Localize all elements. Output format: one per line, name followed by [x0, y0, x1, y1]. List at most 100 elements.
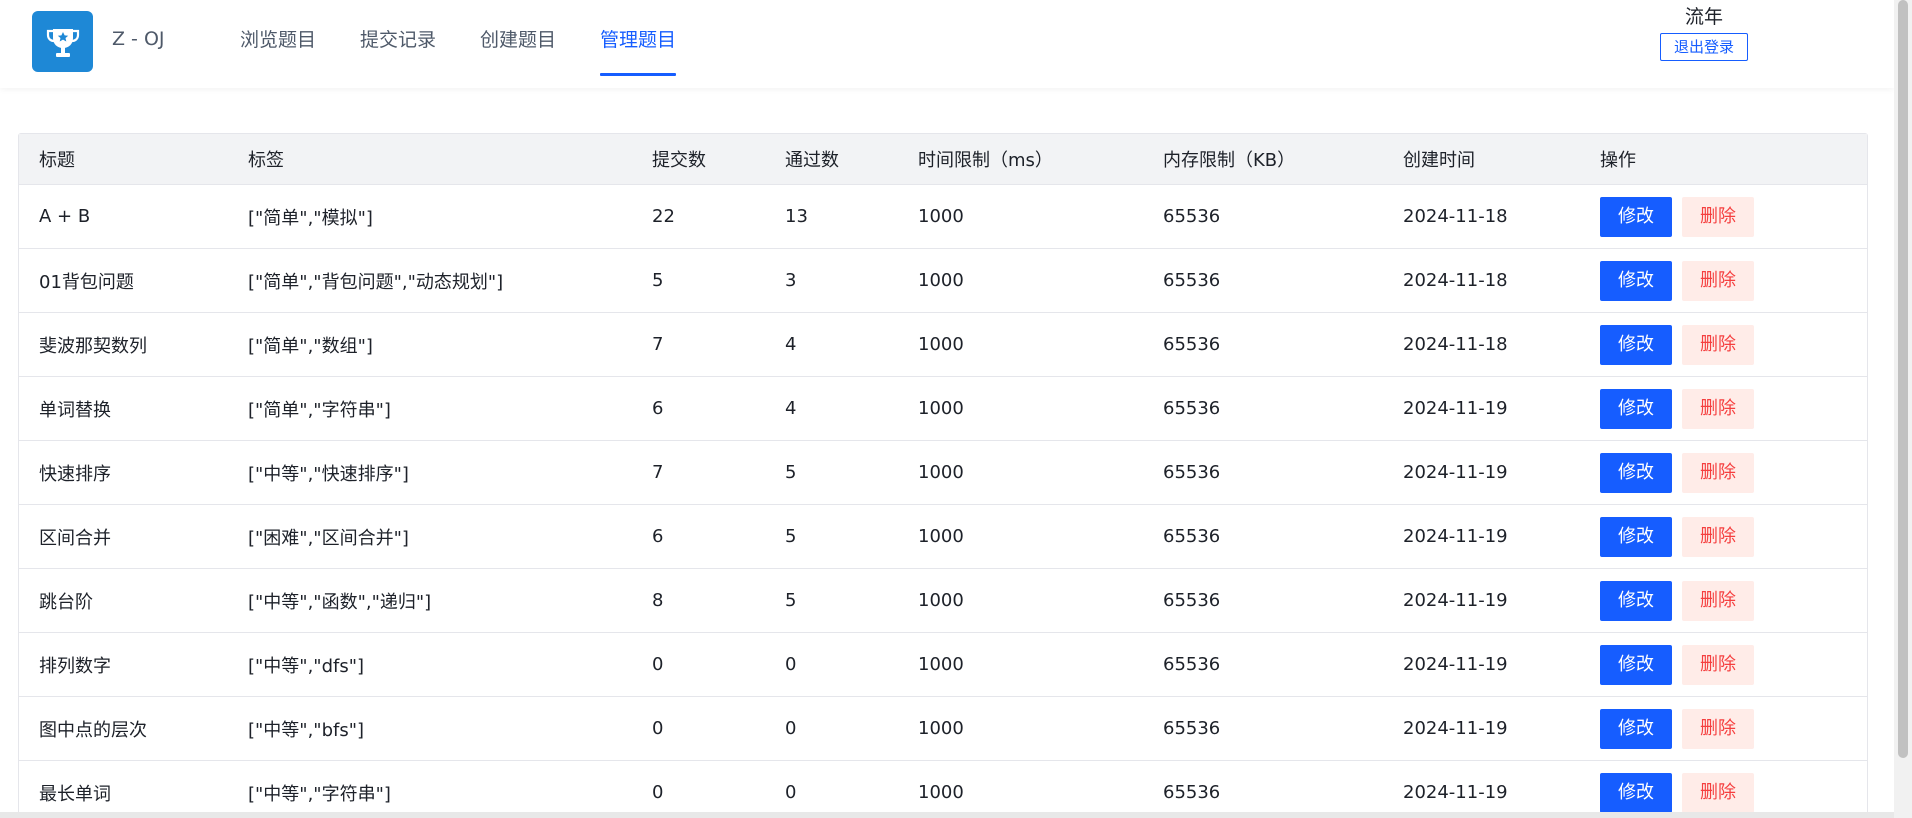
row-actions: 修改 删除 — [1580, 313, 1867, 377]
accepted-count: 0 — [765, 697, 898, 761]
top-navbar: Z - OJ 浏览题目 提交记录 创建题目 管理题目 流年 退出登录 — [0, 0, 1894, 88]
accepted-count: 0 — [785, 782, 797, 803]
delete-button[interactable]: 删除 — [1682, 772, 1754, 813]
row-actions: 修改 删除 — [1580, 441, 1867, 505]
memory-limit: 65536 — [1143, 441, 1383, 505]
nav-create-problem[interactable]: 创建题目 — [469, 0, 567, 88]
row-actions: 修改 删除 — [1580, 633, 1867, 697]
problem-tags: ["中等","字符串"] — [248, 783, 391, 805]
problem-title: 图中点的层次 — [19, 697, 228, 761]
time-limit: 1000 — [898, 249, 1143, 313]
time-limit: 1000 — [898, 633, 1143, 697]
edit-button[interactable]: 修改 — [1600, 452, 1672, 493]
delete-button[interactable]: 删除 — [1682, 580, 1754, 621]
delete-button[interactable]: 删除 — [1682, 516, 1754, 557]
created-date: 2024-11-19 — [1383, 697, 1580, 761]
accepted-count: 0 — [765, 633, 898, 697]
time-limit: 1000 — [898, 441, 1143, 505]
edit-button[interactable]: 修改 — [1600, 324, 1672, 365]
created-date: 2024-11-18 — [1383, 313, 1580, 377]
edit-button[interactable]: 修改 — [1600, 708, 1672, 749]
accepted-count: 4 — [765, 377, 898, 441]
accepted-count: 5 — [765, 505, 898, 569]
time-limit: 1000 — [898, 505, 1143, 569]
problem-table: 标题 标签 提交数 通过数 时间限制（ms） 内存限制（KB） 创建时间 操作 A + B ["… — [18, 133, 1868, 818]
time-limit: 1000 — [898, 569, 1143, 633]
row-actions: 修改 删除 — [1580, 505, 1867, 569]
row-actions: 修改 删除 — [1580, 697, 1867, 761]
problem-title: A + B — [19, 185, 228, 249]
edit-button[interactable]: 修改 — [1600, 772, 1672, 813]
delete-button[interactable]: 删除 — [1682, 388, 1754, 429]
problem-tags: ["中等","dfs"] — [228, 633, 632, 697]
problem-tags: ["中等","bfs"] — [228, 697, 632, 761]
logout-button[interactable]: 退出登录 — [1660, 33, 1748, 61]
submit-count: 6 — [632, 377, 765, 441]
problem-tags: ["困难","区间合并"] — [228, 505, 632, 569]
page: Z - OJ 浏览题目 提交记录 创建题目 管理题目 流年 退出登录 标题 标签 提交数通… — [0, 0, 1912, 818]
col-tags-header: 标签 — [228, 134, 632, 185]
created-date: 2024-11-19 — [1403, 782, 1508, 803]
created-date: 2024-11-19 — [1383, 505, 1580, 569]
time-limit: 1000 — [898, 185, 1143, 249]
time-limit: 1000 — [918, 782, 964, 803]
submit-count: 8 — [632, 569, 765, 633]
problem-title: 01背包问题 — [19, 249, 228, 313]
col-time-limit-header: 时间限制（ms） — [898, 134, 1143, 185]
submit-count: 5 — [632, 249, 765, 313]
nav-manage-problems[interactable]: 管理题目 — [589, 0, 687, 88]
trophy-icon[interactable] — [32, 11, 93, 72]
problem-tags: ["中等","函数","递归"] — [228, 569, 632, 633]
delete-button[interactable]: 删除 — [1682, 644, 1754, 685]
user-name: 流年 — [1684, 6, 1723, 28]
accepted-count: 5 — [765, 441, 898, 505]
problem-tags: ["简单","背包问题","动态规划"] — [228, 249, 632, 313]
problem-title: 快速排序 — [19, 441, 228, 505]
created-date: 2024-11-19 — [1383, 633, 1580, 697]
col-created-header: 创建时间 — [1383, 134, 1580, 185]
edit-button[interactable]: 修改 — [1600, 196, 1672, 237]
nav-submissions[interactable]: 提交记录 — [349, 0, 447, 88]
brand-name: Z - OJ — [112, 28, 165, 50]
accepted-count: 5 — [765, 569, 898, 633]
table-header-row: 标题 标签 提交数 通过数 时间限制（ms） 内存限制（KB） 创建时间 操作 — [19, 134, 1867, 185]
delete-button[interactable]: 删除 — [1682, 196, 1754, 237]
problem-title: 最长单词 — [39, 783, 111, 805]
created-date: 2024-11-19 — [1383, 377, 1580, 441]
accepted-count: 4 — [765, 313, 898, 377]
accepted-count: 13 — [765, 185, 898, 249]
edit-button[interactable]: 修改 — [1600, 516, 1672, 557]
submit-count: 0 — [652, 782, 664, 803]
edit-button[interactable]: 修改 — [1600, 580, 1672, 621]
memory-limit: 65536 — [1143, 633, 1383, 697]
delete-button[interactable]: 删除 — [1682, 452, 1754, 493]
row-actions: 修改 删除 — [1580, 377, 1867, 441]
delete-button[interactable]: 删除 — [1682, 708, 1754, 749]
nav-browse-problems[interactable]: 浏览题目 — [229, 0, 327, 88]
edit-button[interactable]: 修改 — [1600, 260, 1672, 301]
col-memory-limit-header: 内存限制（KB） — [1143, 134, 1383, 185]
main-nav: 浏览题目 提交记录 创建题目 管理题目 — [218, 0, 698, 88]
delete-button[interactable]: 删除 — [1682, 324, 1754, 365]
submit-count: 22 — [632, 185, 765, 249]
memory-limit: 65536 — [1143, 185, 1383, 249]
problem-title: 排列数字 — [19, 633, 228, 697]
table-row: 最长单词 ["中等","字符串"] 0 0 1000 65536 2024-11-19 修改删… — [19, 761, 1867, 818]
submit-count: 0 — [632, 697, 765, 761]
accepted-count: 3 — [765, 249, 898, 313]
table-row: A + B ["简单","模拟"] 22 13 1000 65536 2024-11-18 修… — [19, 185, 1867, 249]
created-date: 2024-11-19 — [1383, 441, 1580, 505]
table-row: 斐波那契数列 ["简单","数组"] 7 4 1000 65536 2024-11-18 修改… — [19, 313, 1867, 377]
edit-button[interactable]: 修改 — [1600, 388, 1672, 429]
submit-count: 6 — [632, 505, 765, 569]
problem-title: 斐波那契数列 — [19, 313, 228, 377]
scrollbar-thumb[interactable] — [1898, 0, 1908, 758]
memory-limit: 65536 — [1143, 249, 1383, 313]
delete-button[interactable]: 删除 — [1682, 260, 1754, 301]
created-date: 2024-11-18 — [1383, 249, 1580, 313]
horizontal-scrollbar[interactable] — [0, 812, 1894, 818]
edit-button[interactable]: 修改 — [1600, 644, 1672, 685]
submit-count: 7 — [632, 313, 765, 377]
table-row: 排列数字 ["中等","dfs"] 0 0 1000 65536 2024-11-19 修改删… — [19, 633, 1867, 697]
problem-title: 区间合并 — [19, 505, 228, 569]
